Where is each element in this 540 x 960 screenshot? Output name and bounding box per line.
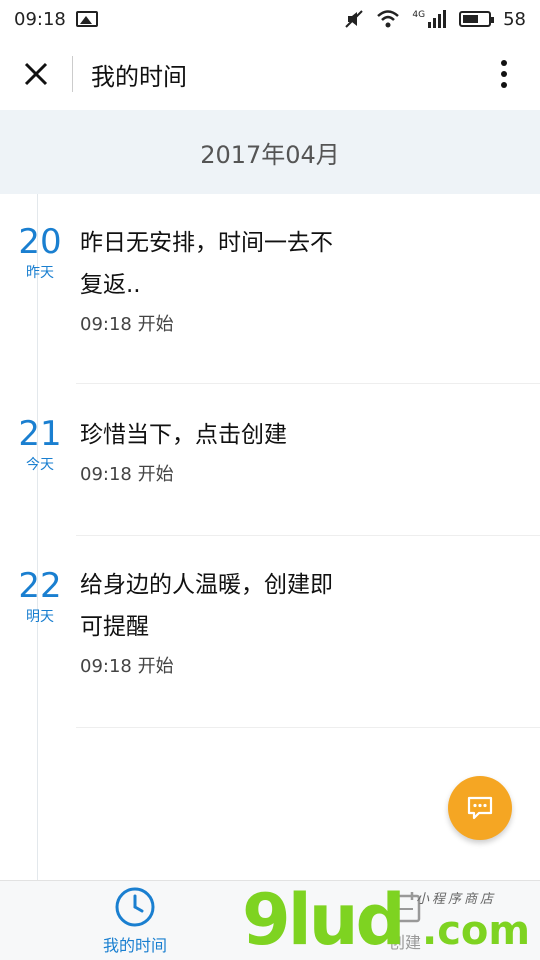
list-item[interactable]: 20 昨天 昨日无安排，时间一去不 复返.. 09:18 开始 [0, 194, 540, 384]
entry-start-time: 09:18 开始 [80, 314, 174, 335]
mute-icon [345, 10, 364, 28]
entry-text-line: 复返.. [80, 272, 141, 298]
app-header: 我的时间 [0, 38, 540, 110]
more-dot-icon [501, 71, 507, 77]
more-dot-icon [501, 82, 507, 88]
image-notification-icon [75, 11, 98, 27]
entry-text-line: 昨日无安排，时间一去不 [80, 230, 333, 256]
header-divider [72, 56, 73, 92]
entry-start-time: 09:18 开始 [80, 464, 174, 485]
day-relative-label: 今天 [26, 457, 54, 473]
wifi-icon [377, 10, 400, 28]
bottom-tab-bar: 我的时间 创建 [0, 880, 540, 960]
close-button[interactable] [0, 38, 72, 110]
entry-text-line: 珍惜当下，点击创建 [80, 422, 287, 448]
status-time: 09:18 [14, 8, 66, 30]
chat-bubble-icon [467, 796, 493, 820]
day-number: 20 [18, 222, 62, 262]
tab-my-time[interactable]: 我的时间 [0, 881, 270, 960]
tab-create[interactable]: 创建 [270, 881, 540, 960]
day-relative-label: 昨天 [26, 265, 54, 281]
tab-label: 创建 [388, 933, 421, 952]
clock-icon [115, 887, 155, 927]
entry-separator [76, 727, 540, 728]
battery-level: 58 [503, 8, 526, 30]
more-menu-button[interactable] [468, 38, 540, 110]
entry-text-line: 给身边的人温暖，创建即 [80, 572, 333, 598]
network-type-label: 4G [412, 9, 426, 20]
tab-label: 我的时间 [102, 936, 167, 955]
signal-icon [428, 10, 447, 28]
close-icon [24, 62, 48, 86]
month-banner: 2017年04月 [0, 110, 540, 194]
list-item[interactable]: 21 今天 珍惜当下，点击创建 09:18 开始 [0, 384, 540, 536]
page-title: 我的时间 [91, 62, 187, 91]
status-bar: 09:18 4G 58 [0, 0, 540, 38]
calendar-icon [389, 892, 421, 923]
day-number: 22 [18, 566, 62, 606]
more-dot-icon [501, 60, 507, 66]
entry-text-line: 可提醒 [80, 614, 149, 640]
day-number: 21 [18, 414, 62, 454]
status-icons: 4G 58 [344, 9, 526, 30]
list-item[interactable]: 22 明天 给身边的人温暖，创建即 可提醒 09:18 开始 [0, 536, 540, 728]
entry-start-time: 09:18 开始 [80, 656, 174, 677]
day-relative-label: 明天 [26, 609, 54, 625]
comment-fab-button[interactable] [448, 776, 512, 840]
battery-icon [459, 11, 495, 27]
